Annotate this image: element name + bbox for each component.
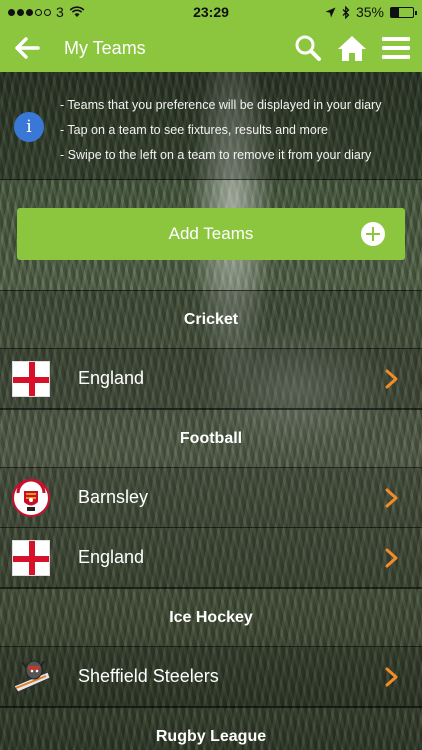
teams-list: Cricket England Football Barnsley Englan…	[0, 290, 422, 750]
nav-actions	[292, 32, 412, 64]
team-name: England	[78, 547, 145, 567]
status-bar: 3 23:29 35%	[0, 0, 422, 24]
team-row-barnsley[interactable]: Barnsley	[0, 468, 422, 528]
team-name: Sheffield Steelers	[78, 666, 219, 686]
hamburger-menu-icon	[382, 37, 410, 59]
section-header-ice-hockey: Ice Hockey	[0, 588, 422, 647]
chevron-right-icon	[385, 488, 398, 508]
status-right: 35%	[325, 4, 417, 20]
team-row-england-football[interactable]: England	[0, 528, 422, 588]
info-line: - Tap on a team to see fixtures, results…	[60, 123, 328, 137]
england-flag-icon	[12, 540, 50, 576]
info-line: - Teams that you preference will be disp…	[60, 98, 382, 112]
barnsley-crest-icon	[12, 478, 50, 517]
add-teams-label: Add Teams	[168, 224, 254, 243]
signal-dot	[8, 8, 15, 16]
info-icon: i	[14, 112, 44, 142]
chevron-right-icon	[385, 369, 398, 389]
info-panel: i - Teams that you preference will be di…	[0, 72, 422, 180]
chevron-right-icon	[385, 667, 398, 687]
section-header-rugby-league: Rugby League	[0, 707, 422, 750]
signal-dot	[26, 8, 33, 16]
section-title: Football	[179, 429, 243, 447]
battery-fill	[391, 7, 399, 17]
battery-icon	[390, 6, 417, 18]
back-arrow-icon	[15, 37, 40, 59]
info-lines: - Teams that you preference will be disp…	[60, 93, 381, 168]
chevron-right-icon	[385, 548, 398, 568]
search-button[interactable]	[292, 32, 324, 64]
wifi-icon	[69, 6, 85, 17]
signal-dot	[17, 8, 24, 16]
signal-dot	[35, 8, 42, 16]
home-button[interactable]	[336, 32, 368, 64]
info-line: - Swipe to the left on a team to remove …	[60, 148, 372, 162]
signal-strength-icon	[8, 8, 51, 16]
status-left: 3	[8, 4, 85, 20]
carrier-name: 3	[56, 4, 64, 20]
add-teams-button[interactable]: Add Teams	[17, 208, 405, 260]
team-name: Barnsley	[78, 487, 149, 507]
team-name: England	[78, 368, 145, 388]
home-icon	[338, 36, 366, 61]
search-icon	[295, 35, 321, 61]
england-flag-icon	[12, 361, 50, 397]
signal-dot	[44, 8, 51, 16]
nav-bar: My Teams	[0, 24, 422, 72]
bluetooth-icon	[342, 5, 350, 19]
section-header-football: Football	[0, 409, 422, 468]
section-title: Cricket	[183, 310, 239, 328]
section-title: Ice Hockey	[169, 608, 253, 626]
back-button[interactable]	[4, 24, 50, 72]
team-row-sheffield-steelers[interactable]: Sheffield Steelers	[0, 647, 422, 707]
team-row-england-cricket[interactable]: England	[0, 349, 422, 409]
page-title: My Teams	[64, 37, 146, 58]
menu-button[interactable]	[380, 32, 412, 64]
sheffield-steelers-logo-icon	[12, 658, 51, 696]
battery-percent: 35%	[355, 4, 384, 20]
location-arrow-icon	[325, 7, 336, 17]
section-title: Rugby League	[155, 727, 267, 745]
plus-circle-icon	[361, 222, 385, 246]
section-header-cricket: Cricket	[0, 290, 422, 349]
